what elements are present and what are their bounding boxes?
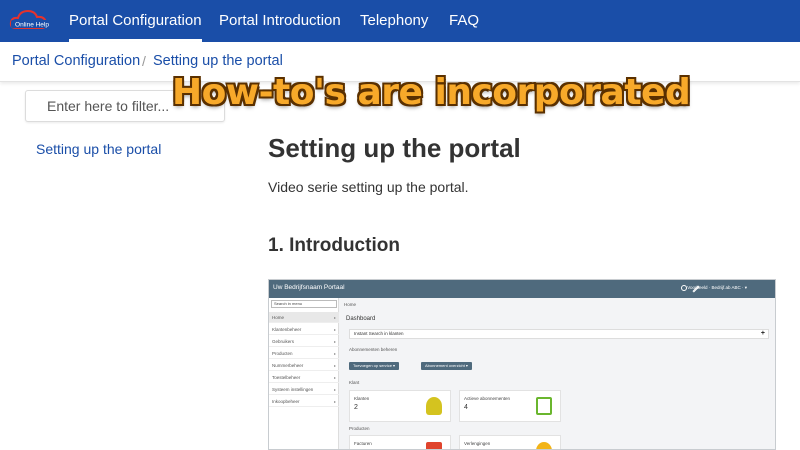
embedded-breadcrumb: Home [344, 302, 357, 307]
card-title: Facturen [354, 441, 372, 446]
embedded-card-klanten: Klanten 2 [349, 390, 451, 422]
card-value: 2 [354, 404, 358, 411]
nav-portal-introduction[interactable]: Portal Introduction [219, 0, 341, 42]
embedded-app-header: Uw Bedrijfsnaam Portaal Voorbeeld · Bedr… [269, 280, 775, 298]
embedded-user-menu: Voorbeeld · Bedrijf.ab ABC · ▾ [687, 285, 747, 290]
embedded-subscriptions-label: Abonnementen beheren [349, 347, 398, 352]
nav-faq[interactable]: FAQ [449, 0, 479, 42]
card-value: 4 [464, 404, 468, 411]
embedded-menu-item: Nummerbeheer [269, 360, 339, 371]
cloud-icon: Online Help [9, 9, 53, 29]
embedded-card-facturen: Facturen 15 [349, 435, 451, 449]
embedded-menu-item: Systeem instellingen [269, 384, 339, 395]
embedded-add-service-button: Toevoegen op service ▾ [349, 362, 400, 370]
embedded-dashboard-heading: Dashboard [346, 316, 376, 322]
breadcrumb-separator: / [142, 53, 146, 69]
invoice-icon [426, 442, 442, 449]
embedded-search-menu: Search in menu [271, 300, 337, 308]
user-add-icon [426, 397, 442, 415]
card-title: Klanten [354, 396, 370, 401]
sidebar-link-setting-up-portal[interactable]: Setting up the portal [36, 141, 161, 157]
breadcrumb-current-page[interactable]: Setting up the portal [153, 53, 283, 69]
nav-portal-configuration[interactable]: Portal Configuration [69, 0, 202, 42]
coins-icon [536, 442, 552, 449]
embedded-subscription-overview-button: Abonnement overzicht ▾ [421, 362, 472, 370]
document-edit-icon [536, 397, 552, 415]
page-description: Video serie setting up the portal. [268, 179, 469, 195]
embedded-plus-icon: + [760, 330, 765, 337]
embedded-menu-item: Gebruikers [269, 336, 339, 347]
embedded-menu-item: Producten [269, 348, 339, 359]
embedded-menu-item: Inkoopbeheer [269, 396, 339, 407]
embedded-instant-search-text: Instant Search in klanten [354, 331, 404, 336]
page-title: Setting up the portal [268, 133, 521, 163]
embedded-sidebar: Search in menu Home Klantenbeheer Gebrui… [269, 298, 339, 449]
embedded-instant-search: Instant Search in klanten + [349, 329, 769, 339]
embedded-menu-item: Toestelbeheer [269, 372, 339, 383]
embedded-video-screenshot[interactable]: Uw Bedrijfsnaam Portaal Voorbeeld · Bedr… [268, 279, 776, 450]
nav-telephony[interactable]: Telephony [360, 0, 428, 42]
embedded-menu-item: Klantenbeheer [269, 324, 339, 335]
card-title: Actieve abonnementen [464, 396, 511, 401]
logo-text: Online Help [15, 22, 49, 29]
online-help-logo[interactable]: Online Help [8, 6, 56, 36]
embedded-products-label: Producten [349, 426, 370, 431]
card-title: Verlengingen [464, 441, 491, 446]
embedded-search-icon [681, 285, 687, 291]
embedded-card-verlengingen: Verlengingen 9 [459, 435, 561, 449]
section-heading-introduction: 1. Introduction [268, 235, 400, 256]
embedded-app-title: Uw Bedrijfsnaam Portaal [273, 284, 345, 291]
embedded-menu-item: Home [269, 312, 339, 323]
embedded-client-label: Klant [349, 380, 360, 385]
overlay-headline: How-to's are incorporated [172, 72, 691, 113]
embedded-card-abonnementen: Actieve abonnementen 4 [459, 390, 561, 422]
embedded-main-area: Home Dashboard Instant Search in klanten… [341, 298, 775, 449]
top-navigation-bar: Online Help Portal Configuration Portal … [0, 0, 800, 42]
breadcrumb-portal-configuration[interactable]: Portal Configuration [12, 53, 140, 69]
